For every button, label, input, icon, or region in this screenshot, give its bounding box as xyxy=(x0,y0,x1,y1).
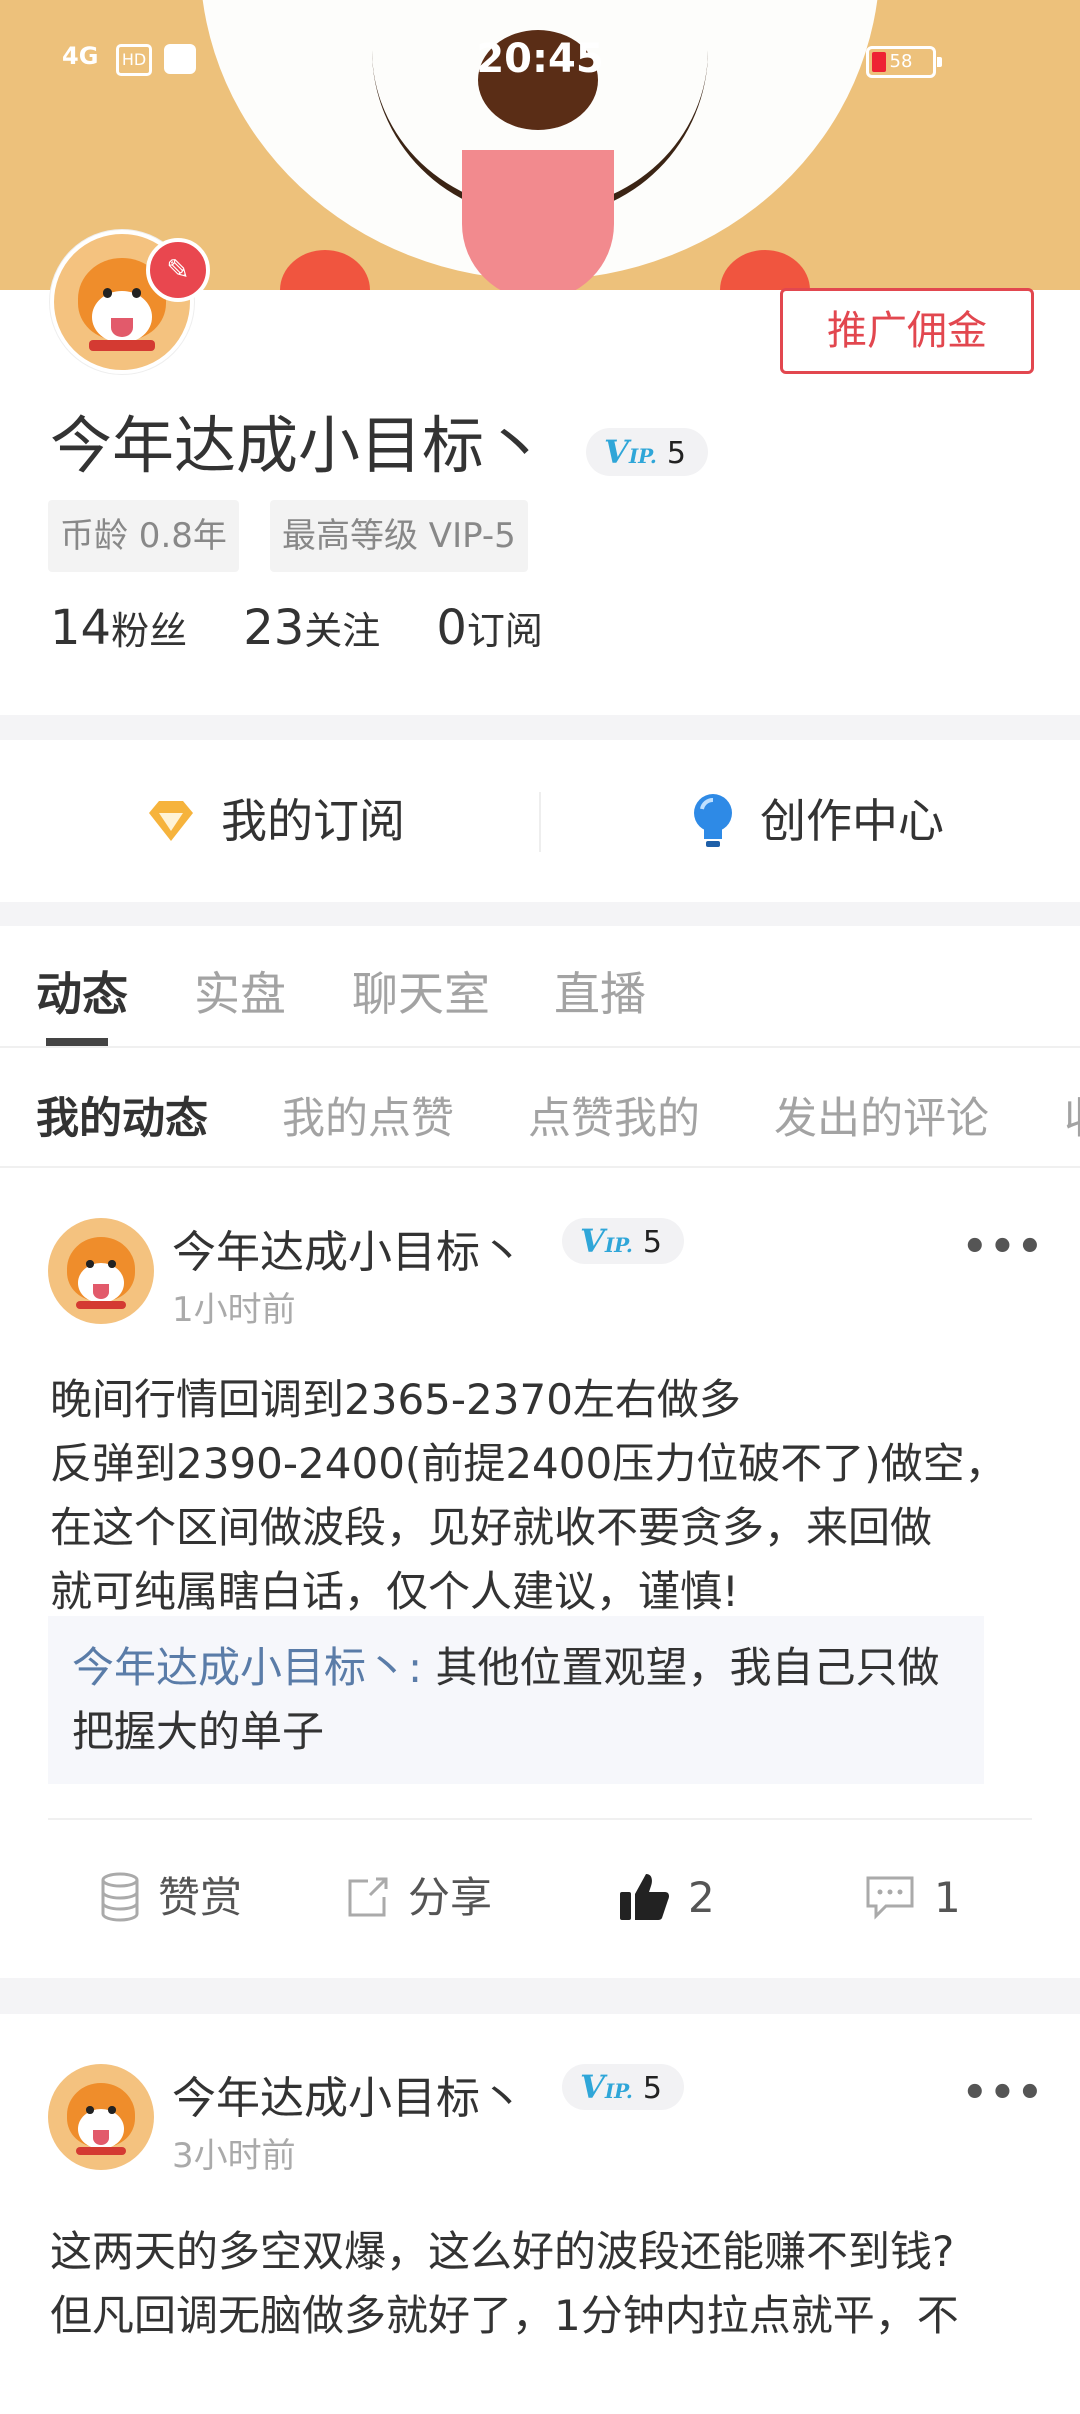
max-level-tag: 最高等级 VIP-5 xyxy=(270,500,528,572)
post-vip-badge: VIP. 5 xyxy=(562,1218,684,1264)
my-subscription-label: 我的订阅 xyxy=(221,794,405,848)
banner-collar-left xyxy=(280,250,370,290)
vip-badge: VIP. 5 xyxy=(586,428,708,476)
subtab-liked-me[interactable]: 点赞我的 xyxy=(528,1084,700,1146)
post-gap xyxy=(0,1978,1080,2014)
share-button[interactable]: 分享 xyxy=(346,1848,492,1948)
post-time: 1小时前 xyxy=(172,1290,296,1330)
diamond-icon xyxy=(149,800,193,841)
quick-entries: 我的订阅 创作中心 xyxy=(0,740,1080,902)
vip-level: 5 xyxy=(666,436,686,471)
post-author-name[interactable]: 今年达成小目标丶 xyxy=(172,2062,524,2126)
banner-dog-tongue xyxy=(462,150,614,290)
entries-divider xyxy=(539,792,541,852)
reward-button[interactable]: 赞赏 xyxy=(100,1848,242,1948)
post-card: 今年达成小目标丶 VIP. 5 1小时前 ••• 晚间行情回调到2365-2370… xyxy=(0,1168,1080,1978)
post-vip-badge: VIP. 5 xyxy=(562,2064,684,2110)
promotion-commission-button[interactable]: 推广佣金 xyxy=(780,288,1034,374)
post-card: 今年达成小目标丶 VIP. 5 3小时前 ••• 这两天的多空双爆，这么好的波段还… xyxy=(0,2014,1080,2414)
subtab-more[interactable]: 收 xyxy=(1064,1084,1080,1146)
profile-stats: 14粉丝 23关注 0订阅 xyxy=(50,600,587,656)
subtab-my-likes[interactable]: 我的点赞 xyxy=(282,1084,454,1146)
post-content: 晚间行情回调到2365-2370左右做多 反弹到2390-2400(前提2400… xyxy=(50,1375,1007,1616)
creation-center-label: 创作中心 xyxy=(760,794,944,848)
status-bar: 4G HD 20:45 58 xyxy=(0,0,1080,120)
more-options-icon[interactable]: ••• xyxy=(962,1224,1045,1270)
share-icon xyxy=(348,1877,388,1916)
tab-chatroom[interactable]: 聊天室 xyxy=(352,958,490,1024)
feed-section: 动态 实盘 聊天室 直播 我的动态 我的点赞 点赞我的 发出的评论 收 今年达成… xyxy=(0,926,1080,2414)
edit-profile-icon[interactable]: ✎ xyxy=(146,238,210,302)
followers-stat[interactable]: 14粉丝 xyxy=(50,600,187,656)
post-author-name[interactable]: 今年达成小目标丶 xyxy=(172,1216,524,1280)
bulb-icon xyxy=(694,793,732,847)
profile-username: 今年达成小目标丶 xyxy=(50,409,547,482)
vip-icon: VIP. xyxy=(580,1222,633,1260)
tab-live-stream[interactable]: 直播 xyxy=(554,958,646,1024)
post-author-avatar[interactable] xyxy=(48,1218,154,1324)
banner-collar-right xyxy=(720,250,810,290)
subtab-my-activity[interactable]: 我的动态 xyxy=(36,1084,208,1146)
coins-icon xyxy=(101,1872,139,1921)
coin-age-tag: 币龄 0.8年 xyxy=(48,500,239,572)
vip-icon: VIP. xyxy=(604,433,657,471)
subtab-my-comments[interactable]: 发出的评论 xyxy=(774,1084,989,1146)
thumbs-up-icon xyxy=(620,1873,669,1920)
post-actions: 赞赏 分享 2 1 xyxy=(0,1848,1080,1948)
vip-icon: VIP. xyxy=(580,2068,633,2106)
creation-center-entry[interactable]: 创作中心 xyxy=(690,740,944,902)
comment-icon xyxy=(866,1876,914,1920)
post-divider xyxy=(48,1818,1032,1820)
subscriptions-stat[interactable]: 0订阅 xyxy=(436,600,543,656)
more-options-icon[interactable]: ••• xyxy=(962,2070,1045,2116)
quote-author: 今年达成小目标丶 xyxy=(72,1643,409,1692)
following-stat[interactable]: 23关注 xyxy=(243,600,380,656)
battery-icon: 58 xyxy=(866,46,942,78)
like-button[interactable]: 2 xyxy=(618,1848,715,1948)
tab-live-trading[interactable]: 实盘 xyxy=(194,958,286,1024)
sub-tabs: 我的动态 我的点赞 点赞我的 发出的评论 收 xyxy=(0,1048,1080,1168)
post-author-avatar[interactable] xyxy=(48,2064,154,2170)
post-time: 3小时前 xyxy=(172,2136,296,2176)
main-tabs: 动态 实盘 聊天室 直播 xyxy=(0,926,1080,1048)
post-comment-quote[interactable]: 今年达成小目标丶: 其他位置观望，我自己只做把握大的单子 xyxy=(48,1616,984,1784)
my-subscription-entry[interactable]: 我的订阅 xyxy=(145,740,405,902)
comment-button[interactable]: 1 xyxy=(864,1848,961,1948)
tab-activity[interactable]: 动态 xyxy=(36,958,128,1046)
post-content: 这两天的多空双爆，这么好的波段还能赚不到钱? 但凡回调无脑做多就好了，1分钟内拉… xyxy=(50,2227,959,2340)
